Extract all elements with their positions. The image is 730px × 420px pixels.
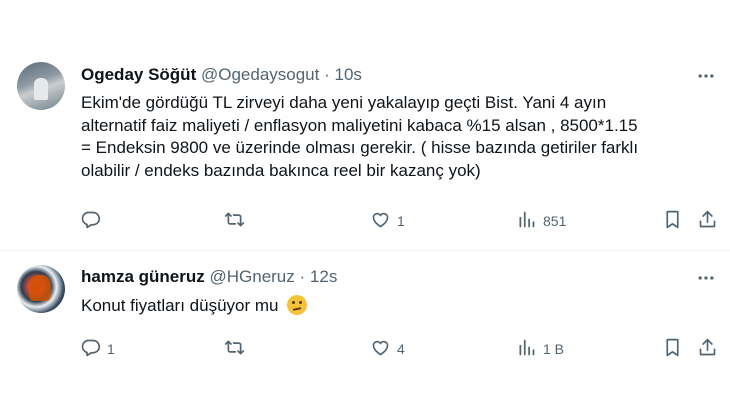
action-bar: 1 4 1 B <box>0 337 730 361</box>
tweet-header: hamza güneruz @HGneruz · 12s <box>81 266 337 288</box>
author-name[interactable]: hamza güneruz <box>81 267 205 286</box>
views-button[interactable]: 1 B <box>516 337 564 361</box>
retweet-button[interactable] <box>224 337 251 361</box>
author-handle[interactable]: @Ogedaysogut <box>201 65 319 84</box>
like-icon <box>370 209 391 233</box>
reply-count: 1 <box>107 341 115 357</box>
bookmark-icon <box>662 337 683 361</box>
author-handle[interactable]: @HGneruz <box>209 267 294 286</box>
more-icon[interactable] <box>696 66 716 86</box>
share-icon <box>697 337 718 361</box>
share-button[interactable] <box>697 209 718 233</box>
tweet-header: Ogeday Söğüt @Ogedaysogut · 10s <box>81 64 362 86</box>
tweet-text-line: = Endeksin 9800 ve üzerinde olması gerek… <box>81 138 639 157</box>
like-icon <box>370 337 391 361</box>
tweet-text: Ekim'de gördüğü TL zirveyi daha yeni yak… <box>81 92 711 182</box>
like-button[interactable]: 4 <box>370 337 405 361</box>
bookmark-button[interactable] <box>662 209 683 233</box>
reply-icon <box>80 337 101 361</box>
timestamp[interactable]: 12s <box>310 267 337 286</box>
tweet[interactable]: hamza güneruz @HGneruz · 12s Konut fiyat… <box>0 251 730 420</box>
more-icon[interactable] <box>696 268 716 288</box>
retweet-button[interactable] <box>224 209 251 233</box>
thinking-face-emoji <box>287 295 308 315</box>
tweet-text: Konut fiyatları düşüyor mu <box>81 295 711 318</box>
views-icon <box>516 337 537 361</box>
views-icon <box>516 209 537 233</box>
like-count: 4 <box>397 341 405 357</box>
separator: · <box>299 267 306 286</box>
avatar[interactable] <box>17 265 65 313</box>
retweet-icon <box>224 337 245 361</box>
bookmark-icon <box>662 209 683 233</box>
action-bar: 1 851 <box>0 209 730 233</box>
reply-icon <box>80 209 101 233</box>
views-count: 1 B <box>543 341 565 357</box>
share-button[interactable] <box>697 337 718 361</box>
bookmark-button[interactable] <box>662 337 683 361</box>
like-count: 1 <box>397 213 405 229</box>
reply-button[interactable] <box>80 209 107 233</box>
share-icon <box>697 209 718 233</box>
retweet-icon <box>224 209 245 233</box>
timestamp[interactable]: 10s <box>335 65 362 84</box>
avatar[interactable] <box>17 62 65 110</box>
tweet[interactable]: Ogeday Söğüt @Ogedaysogut · 10s Ekim'de … <box>0 40 730 250</box>
separator: · <box>324 65 330 84</box>
reply-button[interactable]: 1 <box>80 337 115 361</box>
tweet-text-line: alternatif faiz maliyeti / enflasyon mal… <box>81 115 638 135</box>
views-button[interactable]: 851 <box>516 209 566 233</box>
like-button[interactable]: 1 <box>370 209 405 233</box>
tweet-text-line: Ekim'de gördüğü TL zirveyi daha yeni yak… <box>81 93 607 112</box>
tweet-text-line: Konut fiyatları düşüyor mu <box>81 296 279 315</box>
views-count: 851 <box>543 213 567 229</box>
author-name[interactable]: Ogeday Söğüt <box>81 65 196 84</box>
tweet-text-line: olabilir / endeks bazında bakınca reel b… <box>81 160 481 180</box>
